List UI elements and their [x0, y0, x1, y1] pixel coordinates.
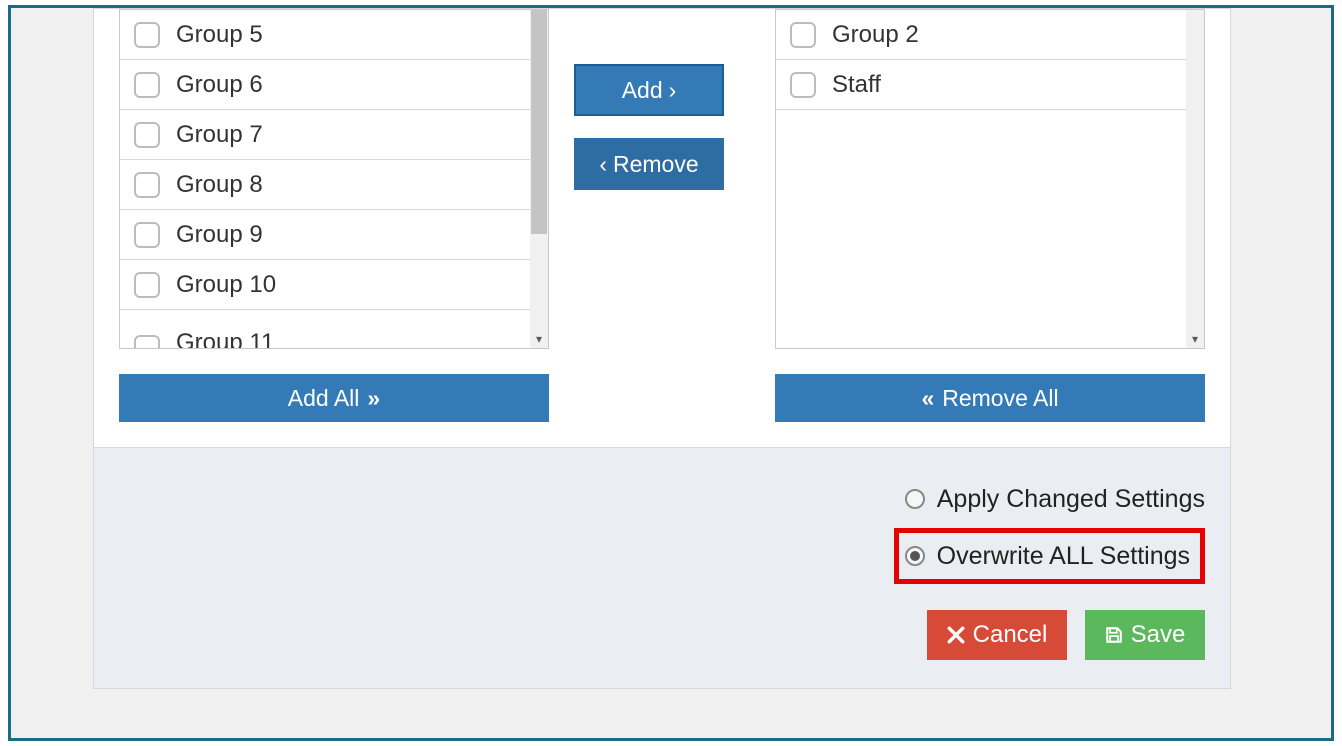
list-item-label: Group 6 [176, 71, 263, 99]
checkbox[interactable] [134, 172, 160, 198]
list-item[interactable]: Staff [776, 60, 1186, 110]
radio-icon [905, 546, 925, 566]
list-item-label: Staff [832, 71, 881, 99]
double-chevron-left-icon: « [921, 385, 934, 412]
list-item[interactable]: Group 6 [120, 60, 530, 110]
save-label: Save [1131, 621, 1186, 649]
checkbox[interactable] [790, 72, 816, 98]
list-item-label: Group 11 [176, 329, 274, 348]
cancel-label: Cancel [973, 621, 1048, 649]
selected-groups-list[interactable]: Group 2 Staff ▾ [775, 9, 1205, 349]
apply-changed-settings-radio[interactable]: Apply Changed Settings [905, 478, 1205, 520]
chevron-left-icon: ‹ [599, 151, 607, 178]
list-item[interactable]: Group 11 [120, 310, 530, 348]
scrollbar[interactable]: ▾ [530, 10, 548, 348]
list-item[interactable]: Group 5 [120, 10, 530, 60]
add-all-label: Add All [288, 385, 360, 412]
add-button[interactable]: Add › [574, 64, 724, 116]
available-groups-list[interactable]: Group 5 Group 6 Group 7 Group 8 Group 9 Group… [119, 9, 549, 349]
chevron-right-icon: › [669, 77, 677, 104]
cancel-button[interactable]: Cancel [927, 610, 1067, 660]
save-button[interactable]: Save [1085, 610, 1205, 660]
double-chevron-right-icon: » [367, 385, 380, 412]
overwrite-highlight: Overwrite ALL Settings [894, 528, 1205, 584]
settings-panel: Group 5 Group 6 Group 7 Group 8 Group 9 Group… [93, 8, 1231, 689]
remove-all-button[interactable]: « Remove All [775, 374, 1205, 422]
remove-all-label: Remove All [942, 385, 1058, 412]
add-label: Add [622, 77, 663, 104]
list-item-label: Group 7 [176, 121, 263, 149]
checkbox[interactable] [134, 122, 160, 148]
list-item[interactable]: Group 7 [120, 110, 530, 160]
checkbox[interactable] [134, 272, 160, 298]
apply-changed-label: Apply Changed Settings [937, 485, 1205, 514]
checkbox[interactable] [134, 335, 160, 348]
list-item[interactable]: Group 10 [120, 260, 530, 310]
list-item-label: Group 8 [176, 171, 263, 199]
list-item-label: Group 2 [832, 21, 919, 49]
list-item[interactable]: Group 9 [120, 210, 530, 260]
checkbox[interactable] [134, 72, 160, 98]
checkbox[interactable] [134, 222, 160, 248]
scroll-down-icon[interactable]: ▾ [530, 330, 548, 348]
save-icon [1105, 626, 1123, 644]
scroll-down-icon[interactable]: ▾ [1186, 330, 1204, 348]
remove-button[interactable]: ‹ Remove [574, 138, 724, 190]
radio-icon [905, 489, 925, 509]
checkbox[interactable] [790, 22, 816, 48]
close-icon [947, 626, 965, 644]
checkbox[interactable] [134, 22, 160, 48]
list-item-label: Group 9 [176, 221, 263, 249]
list-item-label: Group 10 [176, 271, 276, 299]
overwrite-all-label: Overwrite ALL Settings [937, 542, 1190, 571]
list-item[interactable]: Group 2 [776, 10, 1186, 60]
overwrite-all-settings-radio[interactable]: Overwrite ALL Settings [905, 535, 1190, 577]
remove-label: Remove [613, 151, 699, 178]
scrollbar[interactable]: ▾ [1186, 10, 1204, 348]
footer: Apply Changed Settings Overwrite ALL Set… [94, 447, 1230, 688]
list-item[interactable]: Group 8 [120, 160, 530, 210]
add-all-button[interactable]: Add All » [119, 374, 549, 422]
list-item-label: Group 5 [176, 21, 263, 49]
